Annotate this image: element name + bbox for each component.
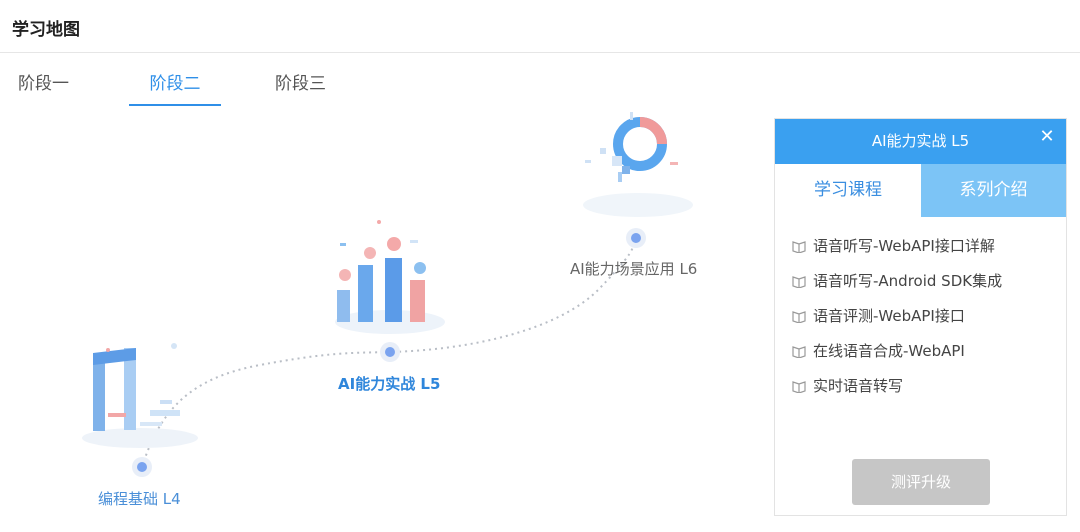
tab-courses[interactable]: 学习课程: [775, 164, 921, 217]
book-icon: [792, 346, 806, 358]
node-l4-dot: [132, 457, 152, 477]
learning-path-map: 编程基础 L4 AI能力实战 L5 AI能力场景应用 L6: [0, 110, 770, 532]
book-icon: [792, 241, 806, 253]
node-label-l5[interactable]: AI能力实战 L5: [338, 373, 440, 394]
programming-basics-illustration: [82, 343, 198, 448]
learning-map-page: 学习地图 阶段一 阶段二 阶段三 编程基础 L4 AI能力实战 L5 AI能力场…: [0, 0, 1080, 532]
course-label: 在线语音合成-WebAPI: [813, 342, 965, 360]
course-item[interactable]: 实时语音转写: [775, 369, 1066, 404]
path-illustration: [82, 112, 693, 477]
top-bar: 学习地图: [0, 0, 1080, 53]
stage-tabs: 阶段一 阶段二 阶段三: [0, 53, 1080, 109]
book-icon: [792, 276, 806, 288]
course-list: 语音听写-WebAPI接口详解 语音听写-Android SDK集成 语音评测-…: [775, 229, 1066, 404]
tab-series-intro[interactable]: 系列介绍: [921, 164, 1066, 217]
course-label: 语音评测-WebAPI接口: [813, 307, 965, 325]
course-item[interactable]: 语音听写-WebAPI接口详解: [775, 229, 1066, 264]
course-item[interactable]: 语音听写-Android SDK集成: [775, 264, 1066, 299]
course-item[interactable]: 语音评测-WebAPI接口: [775, 299, 1066, 334]
page-title: 学习地图: [12, 20, 80, 40]
course-label: 实时语音转写: [813, 377, 904, 395]
course-label: 语音听写-WebAPI接口详解: [813, 237, 995, 255]
course-item[interactable]: 在线语音合成-WebAPI: [775, 334, 1066, 369]
assess-upgrade-button[interactable]: 测评升级: [852, 459, 990, 505]
tab-stage-1[interactable]: 阶段一: [18, 69, 69, 106]
tab-stage-3[interactable]: 阶段三: [275, 69, 326, 106]
ai-practice-illustration: [335, 220, 445, 334]
course-detail-panel: AI能力实战 L5 ✕ 学习课程 系列介绍 语音听写-WebAPI接口详解 语音…: [774, 118, 1067, 516]
node-label-l6[interactable]: AI能力场景应用 L6: [570, 258, 697, 279]
book-icon: [792, 311, 806, 323]
node-l6-dot: [626, 228, 646, 248]
node-label-l4[interactable]: 编程基础 L4: [98, 488, 181, 509]
book-icon: [792, 381, 806, 393]
node-l5-dot: [380, 342, 400, 362]
panel-title: AI能力实战 L5: [775, 119, 1066, 164]
ai-scenario-illustration: [583, 112, 693, 217]
close-icon[interactable]: ✕: [1038, 128, 1056, 146]
course-label: 语音听写-Android SDK集成: [813, 272, 1003, 290]
tab-stage-2[interactable]: 阶段二: [129, 69, 221, 106]
